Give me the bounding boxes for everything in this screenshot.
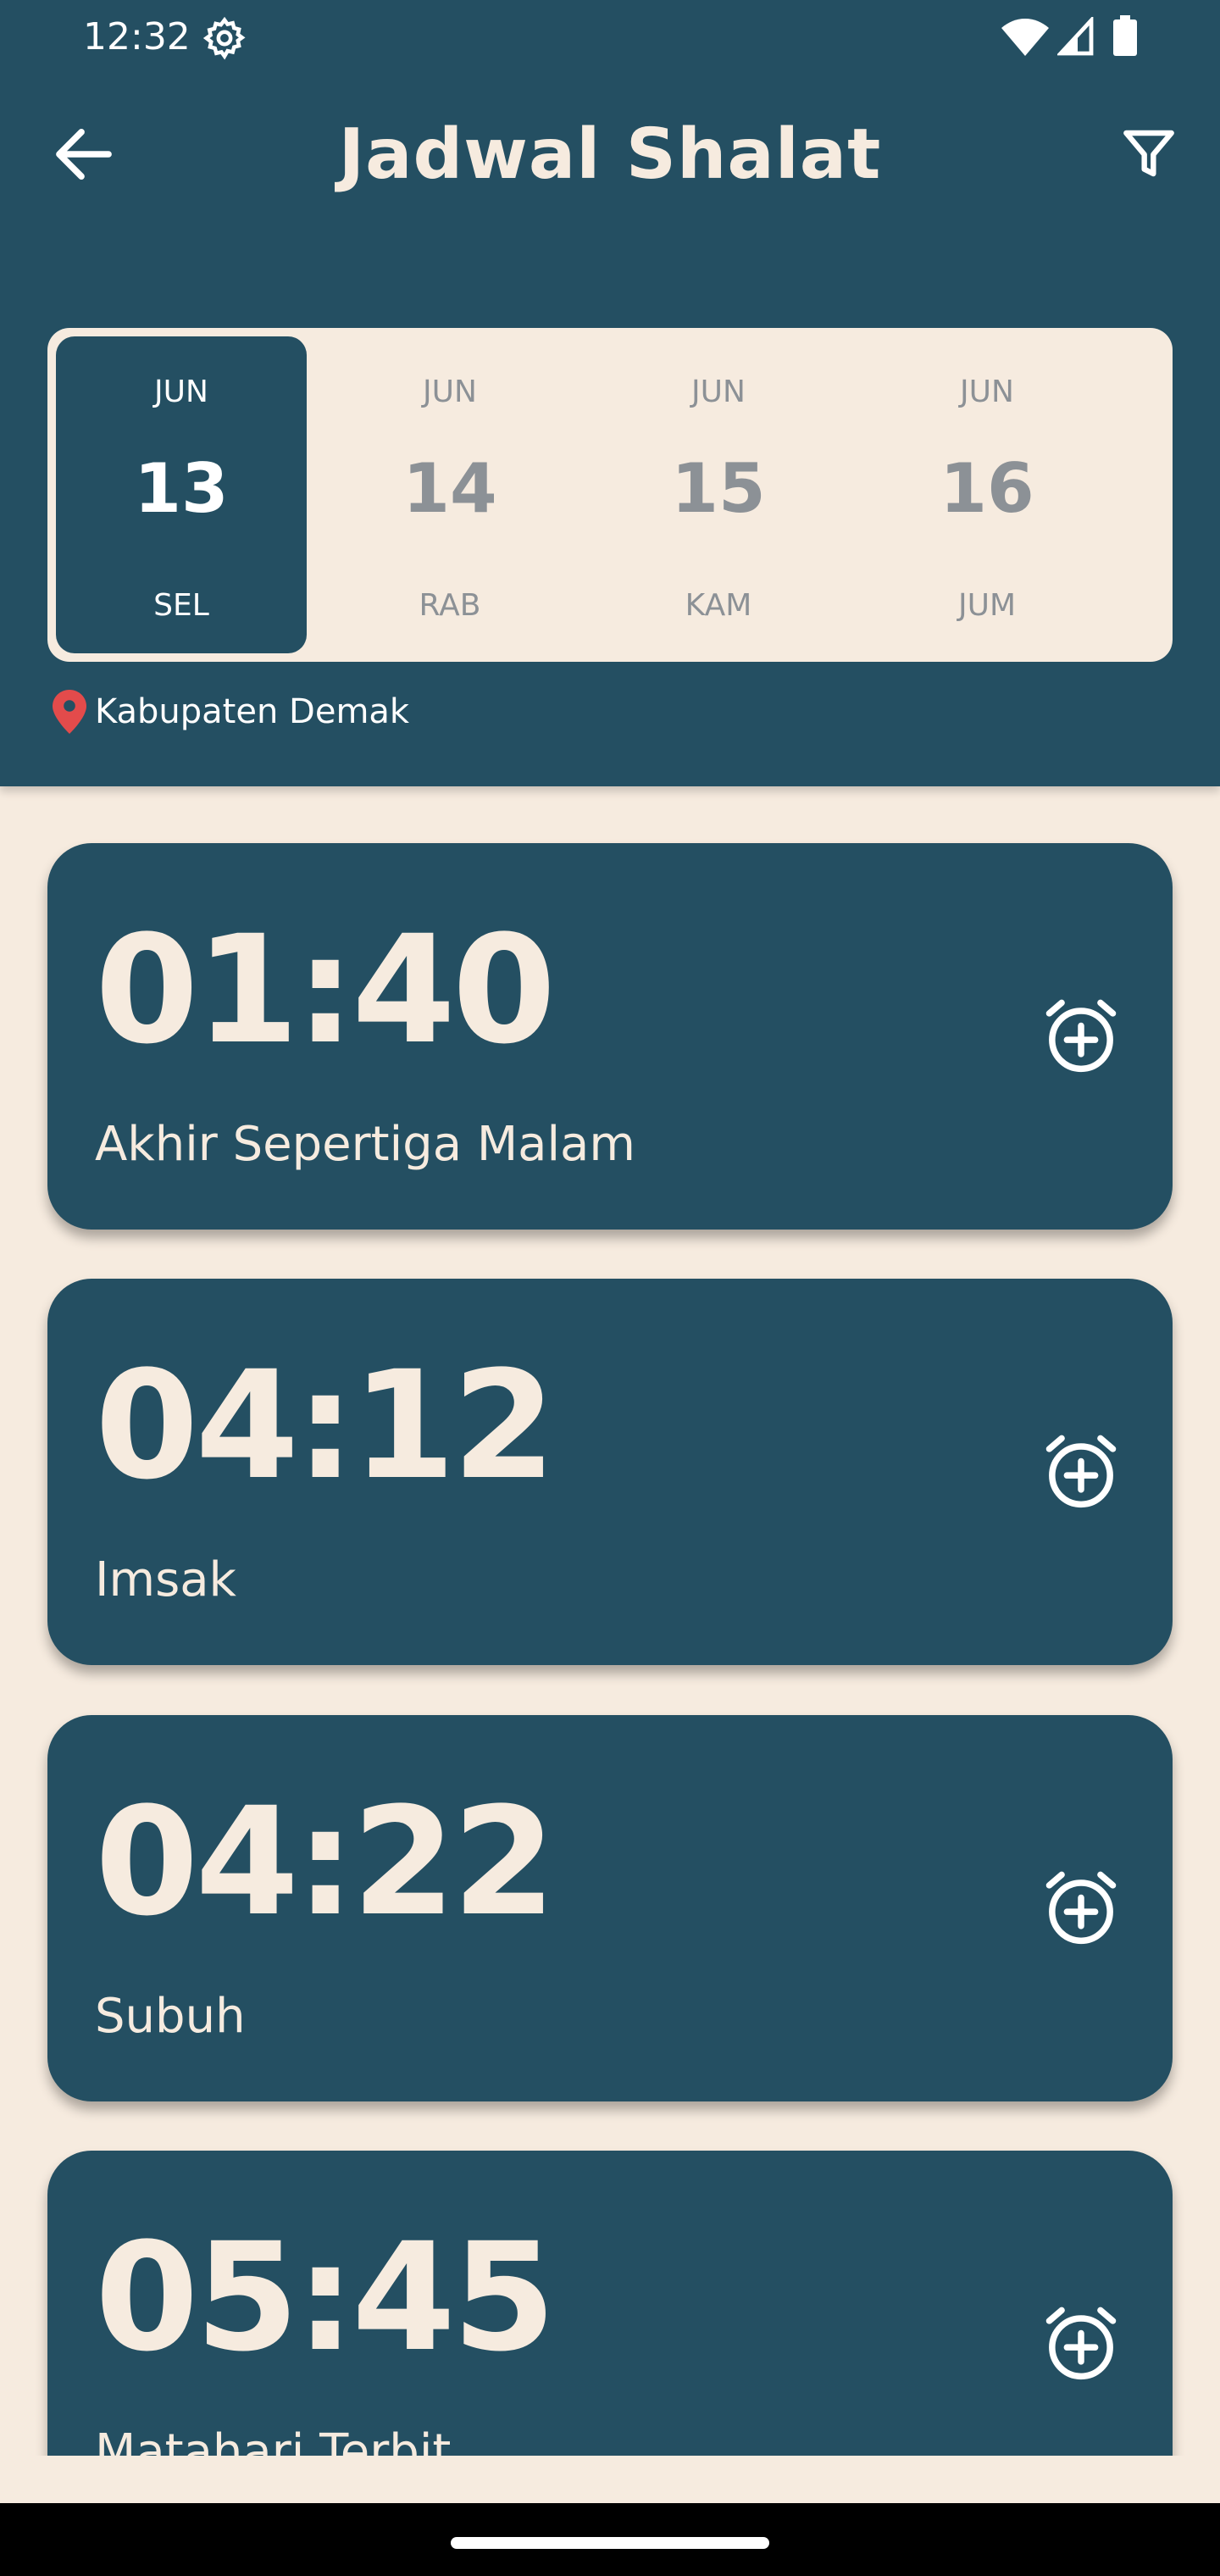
date-day: 13	[134, 449, 229, 528]
date-item-jun-13[interactable]: JUN 13 SEL	[56, 336, 307, 653]
wifi-icon	[1001, 19, 1049, 56]
prayer-time-card[interactable]: 01:40 Akhir Sepertiga Malam	[47, 843, 1173, 1230]
prayer-times-list[interactable]: 01:40 Akhir Sepertiga Malam 04:12 Imsak …	[0, 786, 1220, 2456]
date-day: 14	[402, 449, 497, 528]
home-gesture-handle[interactable]	[451, 2537, 769, 2549]
date-day: 16	[940, 449, 1034, 528]
date-weekday: JUM	[957, 588, 1017, 623]
prayer-name: Akhir Sepertiga Malam	[95, 1117, 635, 1172]
status-time: 12:32	[83, 15, 191, 58]
alarm-add-icon[interactable]	[1039, 1430, 1123, 1514]
map-pin-icon	[53, 690, 86, 734]
alarm-add-icon[interactable]	[1039, 1866, 1123, 1951]
date-weekday: RAB	[419, 588, 481, 623]
date-weekday: SEL	[153, 588, 209, 623]
filter-funnel-icon[interactable]	[1122, 125, 1176, 181]
alarm-add-icon[interactable]	[1039, 2301, 1123, 2386]
prayer-time-card[interactable]: 04:22 Subuh	[47, 1715, 1173, 2101]
date-month: JUN	[691, 375, 746, 409]
prayer-time: 01:40	[95, 903, 556, 1077]
date-item-jun-14[interactable]: JUN 14 RAB	[324, 336, 575, 653]
system-navigation-bar	[0, 2503, 1220, 2576]
battery-icon	[1113, 15, 1137, 56]
prayer-time: 05:45	[95, 2211, 556, 2384]
date-item-jun-15[interactable]: JUN 15 KAM	[593, 336, 844, 653]
date-selector: JUN 13 SEL JUN 14 RAB JUN 15 KAM JUN 16 …	[47, 328, 1173, 662]
date-month: JUN	[154, 375, 208, 409]
date-day: 15	[671, 449, 766, 528]
settings-gear-icon	[202, 16, 246, 60]
date-weekday: KAM	[685, 588, 752, 623]
cell-signal-icon	[1057, 17, 1094, 56]
alarm-add-icon[interactable]	[1039, 994, 1123, 1079]
page-title: Jadwal Shalat	[338, 114, 882, 195]
prayer-name: Matahari Terbit	[95, 2424, 452, 2456]
prayer-time: 04:12	[95, 1339, 556, 1513]
location: Kabupaten Demak	[51, 686, 409, 737]
prayer-time-card[interactable]: 04:12 Imsak	[47, 1279, 1173, 1665]
date-month: JUN	[960, 375, 1014, 409]
status-bar: 12:32	[0, 0, 1220, 76]
prayer-name: Subuh	[95, 1989, 246, 2044]
prayer-time: 04:22	[95, 1775, 556, 1949]
location-label: Kabupaten Demak	[95, 692, 410, 731]
prayer-time-card[interactable]: 05:45 Matahari Terbit	[47, 2151, 1173, 2456]
date-item-jun-16[interactable]: JUN 16 JUM	[862, 336, 1112, 653]
header: 12:32 Jadwal Shalat JUN 13 SEL JUN 14 RA…	[0, 0, 1220, 786]
date-month: JUN	[423, 375, 477, 409]
prayer-name: Imsak	[95, 1552, 236, 1607]
